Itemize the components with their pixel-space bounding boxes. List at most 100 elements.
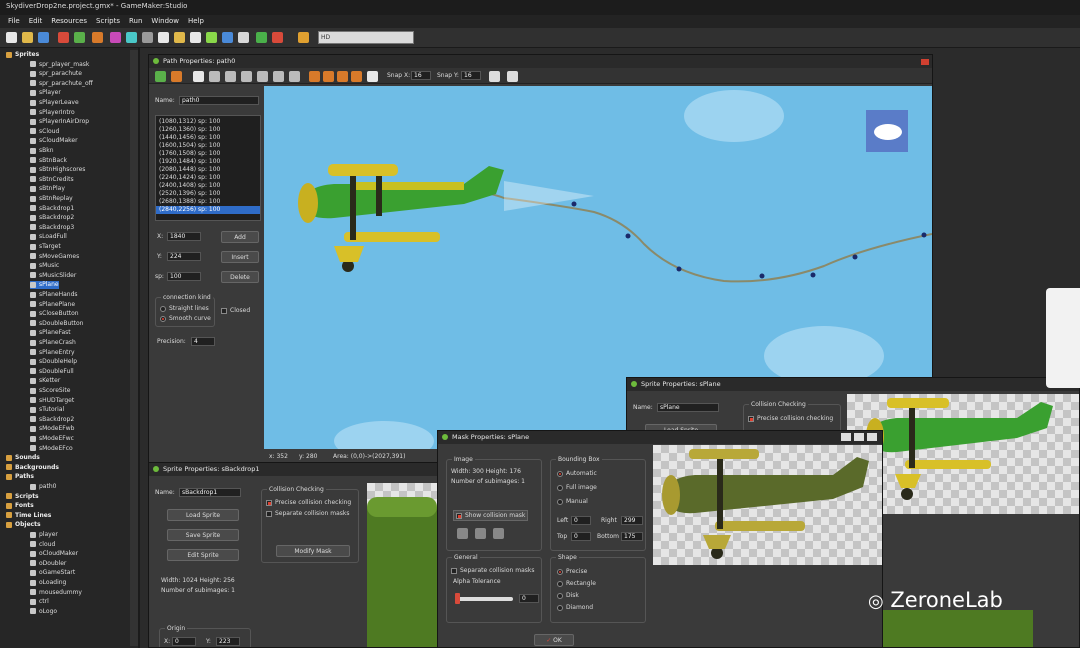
tree-item[interactable]: oLoading	[30, 579, 66, 587]
precision-field[interactable]: 4	[191, 337, 215, 346]
path-point[interactable]	[759, 273, 765, 279]
add-button[interactable]: Add	[221, 231, 259, 243]
tree-item[interactable]: oLogo	[30, 608, 57, 616]
close-icon[interactable]	[921, 59, 929, 65]
sp-field[interactable]: 100	[167, 272, 201, 281]
background-icon[interactable]	[142, 32, 153, 43]
disk-radio[interactable]	[557, 592, 563, 599]
tree-item[interactable]: sBtnPlay	[30, 185, 65, 193]
tree-item[interactable]: cloud	[30, 541, 55, 549]
mirror-icon[interactable]	[225, 71, 236, 82]
font-icon[interactable]	[190, 32, 201, 43]
arrow-up-icon[interactable]	[337, 71, 348, 82]
arrow-left-icon[interactable]	[309, 71, 320, 82]
build-icon[interactable]	[58, 32, 69, 43]
tree-item[interactable]: sBtnCredits	[30, 176, 74, 184]
y-field[interactable]: 224	[167, 252, 201, 261]
point-row[interactable]: (1920,1484) sp: 100	[156, 158, 260, 166]
tree-item[interactable]: sBtnHighscores	[30, 166, 85, 174]
tree-item[interactable]: sPlayerIntro	[30, 109, 75, 117]
separate-checkbox[interactable]	[266, 510, 272, 517]
left-field[interactable]: 0	[571, 516, 591, 525]
snap-x-field[interactable]: 16	[411, 71, 431, 80]
menu-scripts[interactable]: Scripts	[96, 17, 120, 26]
tree-item[interactable]: oCloudMaker	[30, 550, 78, 558]
separate-option[interactable]: Separate collision masks	[266, 510, 349, 517]
show-mask-option[interactable]: Show collision mask	[453, 510, 529, 521]
prev-image-icon[interactable]	[457, 528, 468, 539]
new-path-icon[interactable]	[193, 71, 204, 82]
path-point[interactable]	[625, 233, 631, 239]
diamond-radio[interactable]	[557, 604, 563, 611]
confirm-icon[interactable]	[155, 71, 166, 82]
straight-lines-option[interactable]: Straight lines	[160, 305, 209, 312]
object-icon[interactable]	[222, 32, 233, 43]
x-field[interactable]: 1840	[167, 232, 201, 241]
path-point[interactable]	[571, 201, 577, 207]
timeline-icon[interactable]	[206, 32, 217, 43]
tree-item[interactable]: sBackdrop2	[30, 214, 74, 222]
tree-item[interactable]: sModeEFwc	[30, 435, 74, 443]
point-row[interactable]: (1440,1456) sp: 100	[156, 134, 260, 142]
menu-help[interactable]: Help	[188, 17, 204, 26]
rectangle-radio[interactable]	[557, 580, 563, 587]
tree-folder[interactable]: Time Lines	[6, 512, 51, 520]
origin-y-field[interactable]: 223	[216, 637, 240, 646]
tree-item[interactable]: sPlaneEntry	[30, 349, 75, 357]
edit-sprite-button[interactable]: Edit Sprite	[167, 549, 239, 561]
point-row[interactable]: (2080,1448) sp: 100	[156, 166, 260, 174]
room-bg-icon[interactable]	[507, 71, 518, 82]
tree-folder[interactable]: Paths	[6, 473, 34, 481]
disk-option[interactable]: Disk	[557, 592, 579, 599]
manual-radio[interactable]	[557, 498, 563, 505]
tree-folder[interactable]: Fonts	[6, 502, 34, 510]
sprite-name-field[interactable]: sBackdrop1	[179, 488, 241, 497]
snap-y-field[interactable]: 16	[461, 71, 481, 80]
path-name-field[interactable]: path0	[179, 96, 259, 105]
tree-item[interactable]: sPlanePlane	[30, 301, 75, 309]
modify-mask-button[interactable]: Modify Mask	[276, 545, 350, 557]
show-mask-checkbox[interactable]	[456, 512, 462, 519]
tree-item[interactable]: path0	[30, 483, 56, 491]
menu-file[interactable]: File	[8, 17, 20, 26]
precise-checkbox[interactable]	[266, 499, 272, 506]
shift-icon[interactable]	[209, 71, 220, 82]
path-point[interactable]	[810, 272, 816, 278]
precise-shape-radio[interactable]	[557, 568, 563, 575]
tree-item[interactable]: sLoadFull	[30, 233, 67, 241]
tree-item[interactable]: sPlane	[30, 281, 59, 290]
closed-checkbox[interactable]	[221, 307, 227, 314]
delete-button[interactable]: Delete	[221, 271, 259, 283]
straight-radio[interactable]	[160, 305, 166, 312]
tree-item[interactable]: player	[30, 531, 58, 539]
menu-window[interactable]: Window	[151, 17, 179, 26]
mask-separate-option[interactable]: Separate collision masks	[451, 567, 534, 574]
point-row[interactable]: (2840,2256) sp: 100	[156, 206, 260, 214]
tree-item[interactable]: sModeEFco	[30, 445, 73, 453]
closed-option[interactable]: Closed	[221, 307, 250, 314]
tree-item[interactable]: spr_player_mask	[30, 61, 89, 69]
tree-item[interactable]: spr_parachute	[30, 70, 82, 78]
plane-precise-checkbox[interactable]	[748, 415, 754, 422]
automatic-option[interactable]: Automatic	[557, 470, 597, 477]
top-field[interactable]: 0	[571, 532, 591, 541]
sprite-icon[interactable]	[110, 32, 121, 43]
tree-item[interactable]: sPlayer	[30, 89, 61, 97]
close-icon[interactable]	[867, 433, 877, 441]
open-icon[interactable]	[22, 32, 33, 43]
load-sprite-button[interactable]: Load Sprite	[167, 509, 239, 521]
tree-item[interactable]: sKetter	[30, 377, 60, 385]
tree-item[interactable]: sBackdrop3	[30, 224, 74, 232]
precise-option[interactable]: Precise collision checking	[266, 499, 351, 506]
tree-scrollbar[interactable]	[130, 50, 138, 646]
tree-item[interactable]: sBkn	[30, 147, 54, 155]
room-icon[interactable]	[238, 32, 249, 43]
smooth-radio[interactable]	[160, 315, 166, 322]
tree-item[interactable]: sMoveGames	[30, 253, 79, 261]
bottom-field[interactable]: 175	[621, 532, 643, 541]
plane-precise-option[interactable]: Precise collision checking	[748, 415, 833, 422]
tree-item[interactable]: sPlaneCrash	[30, 339, 76, 347]
save-icon[interactable]	[38, 32, 49, 43]
tree-item[interactable]: sScoreSite	[30, 387, 70, 395]
tree-item[interactable]: sTarget	[30, 243, 61, 251]
